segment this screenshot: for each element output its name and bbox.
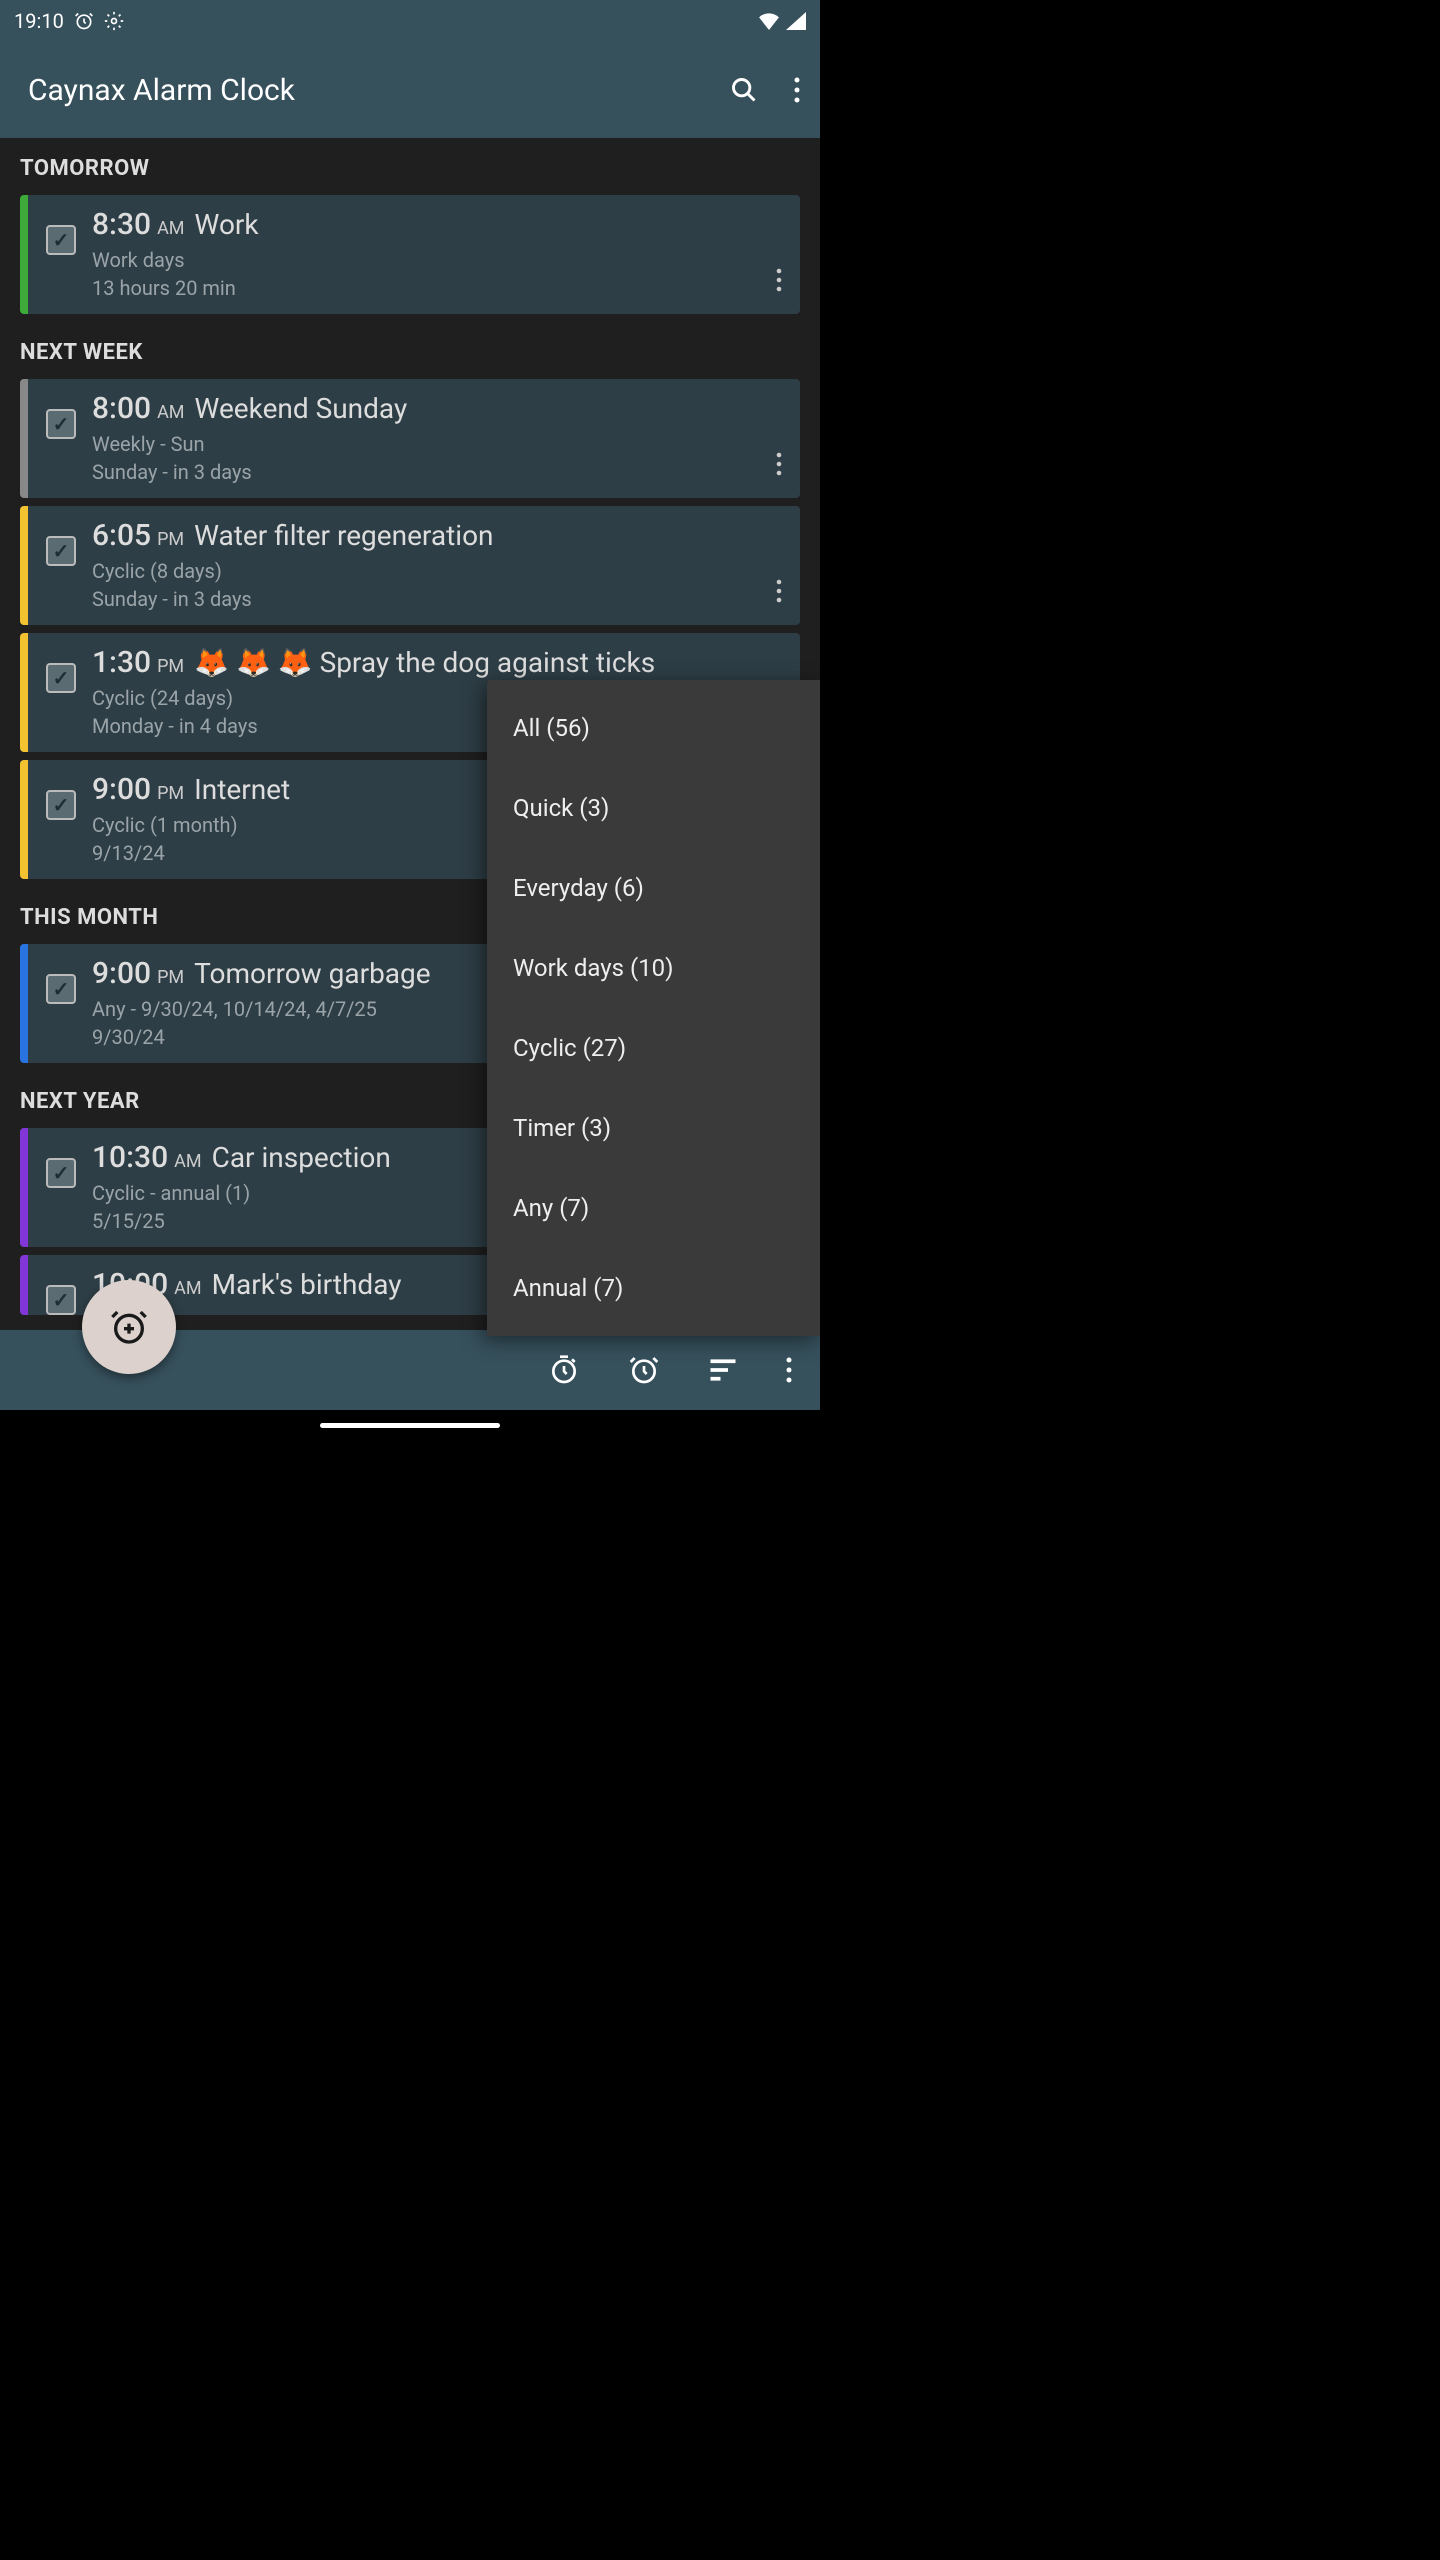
status-bar: 19:10	[0, 0, 820, 42]
alarm-time: 9:00	[92, 956, 151, 991]
alarm-checkbox[interactable]: ✓	[46, 974, 76, 1004]
alarm-title: Water filter regeneration	[194, 519, 493, 552]
filter-menu-item[interactable]: Cyclic (27)	[487, 1008, 820, 1088]
check-icon: ✓	[53, 1161, 70, 1185]
clock-icon[interactable]	[628, 1354, 660, 1386]
alarm-subtitle: Weekly - Sun	[92, 432, 786, 456]
alarm-stripe	[20, 760, 28, 879]
alarm-subtitle: Cyclic (8 days)	[92, 559, 786, 583]
signal-icon	[786, 12, 806, 30]
alarm-subtitle: Work days	[92, 248, 786, 272]
alarm-title: Work	[195, 208, 259, 241]
alarm-stripe	[20, 633, 28, 752]
alarm-title: 🦊 🦊 🦊 Spray the dog against ticks	[194, 646, 655, 679]
bottom-more-icon[interactable]	[786, 1357, 792, 1383]
app-header: Caynax Alarm Clock	[0, 42, 820, 138]
check-icon: ✓	[53, 977, 70, 1001]
alarm-checkbox[interactable]: ✓	[46, 663, 76, 693]
nav-bar	[0, 1410, 820, 1440]
alarm-time: 8:00	[92, 391, 151, 426]
alarm-stripe	[20, 1128, 28, 1247]
alarm-card[interactable]: ✓ 8:00 AM Weekend Sunday Weekly - Sun Sunday …	[20, 379, 800, 498]
more-icon[interactable]	[794, 77, 800, 103]
alarm-time: 9:00	[92, 772, 151, 807]
app-title: Caynax Alarm Clock	[28, 73, 295, 108]
alarm-card[interactable]: ✓ 6:05 PM Water filter regeneration Cyclic (…	[20, 506, 800, 625]
filter-menu-item[interactable]: Work days (10)	[487, 928, 820, 1008]
check-icon: ✓	[53, 412, 70, 436]
alarm-checkbox[interactable]: ✓	[46, 409, 76, 439]
alarm-stripe	[20, 506, 28, 625]
alarm-checkbox[interactable]: ✓	[46, 536, 76, 566]
alarm-more-icon[interactable]	[776, 268, 782, 292]
alarm-ampm: PM	[157, 529, 184, 550]
search-icon[interactable]	[730, 76, 758, 104]
alarm-ampm: PM	[157, 656, 184, 677]
alarm-title: Weekend Sunday	[195, 392, 408, 425]
alarm-ampm: AM	[174, 1278, 201, 1299]
alarm-time: 8:30	[92, 207, 151, 242]
alarm-more-icon[interactable]	[776, 579, 782, 603]
wifi-icon	[758, 12, 780, 30]
alarm-detail: Sunday - in 3 days	[92, 460, 786, 484]
filter-menu-item[interactable]: All (56)	[487, 688, 820, 768]
alarm-ampm: AM	[157, 402, 184, 423]
alarm-ampm: AM	[174, 1151, 201, 1172]
check-icon: ✓	[53, 539, 70, 563]
section-header: TOMORROW	[0, 138, 820, 191]
alarm-time: 10:30	[92, 1140, 168, 1175]
alarm-time: 6:05	[92, 518, 151, 553]
filter-menu-item[interactable]: Timer (3)	[487, 1088, 820, 1168]
check-icon: ✓	[53, 1288, 70, 1312]
alarm-title: Tomorrow garbage	[194, 957, 430, 990]
alarm-checkbox[interactable]: ✓	[46, 1158, 76, 1188]
alarm-ampm: PM	[157, 783, 184, 804]
section-header: NEXT WEEK	[0, 322, 820, 375]
alarm-stripe	[20, 379, 28, 498]
alarm-ampm: AM	[157, 218, 184, 239]
sort-icon[interactable]	[708, 1358, 738, 1382]
alarm-ampm: PM	[157, 967, 184, 988]
alarm-checkbox[interactable]: ✓	[46, 790, 76, 820]
add-alarm-fab[interactable]	[82, 1280, 176, 1374]
alarm-title: Mark's birthday	[212, 1268, 402, 1301]
alarm-detail: 13 hours 20 min	[92, 276, 786, 300]
alarm-checkbox[interactable]: ✓	[46, 225, 76, 255]
timer-icon[interactable]	[548, 1354, 580, 1386]
filter-popup-menu: All (56)Quick (3)Everyday (6)Work days (…	[487, 680, 820, 1336]
alarm-stripe	[20, 1255, 28, 1315]
alarm-stripe	[20, 944, 28, 1063]
filter-menu-item[interactable]: Any (7)	[487, 1168, 820, 1248]
filter-menu-item[interactable]: Annual (7)	[487, 1248, 820, 1328]
status-time: 19:10	[14, 9, 64, 33]
alarm-title: Internet	[194, 773, 290, 806]
alarm-checkbox[interactable]: ✓	[46, 1285, 76, 1315]
alarm-card[interactable]: ✓ 8:30 AM Work Work days 13 hours 20 min	[20, 195, 800, 314]
filter-menu-item[interactable]: Everyday (6)	[487, 848, 820, 928]
gear-icon	[104, 11, 124, 31]
alarm-title: Car inspection	[212, 1141, 391, 1174]
alarm-stripe	[20, 195, 28, 314]
alarm-time: 1:30	[92, 645, 151, 680]
check-icon: ✓	[53, 228, 70, 252]
nav-pill[interactable]	[320, 1423, 500, 1428]
check-icon: ✓	[53, 666, 70, 690]
alarm-icon	[74, 11, 94, 31]
alarm-more-icon[interactable]	[776, 452, 782, 476]
check-icon: ✓	[53, 793, 70, 817]
filter-menu-item[interactable]: Quick (3)	[487, 768, 820, 848]
alarm-detail: Sunday - in 3 days	[92, 587, 786, 611]
